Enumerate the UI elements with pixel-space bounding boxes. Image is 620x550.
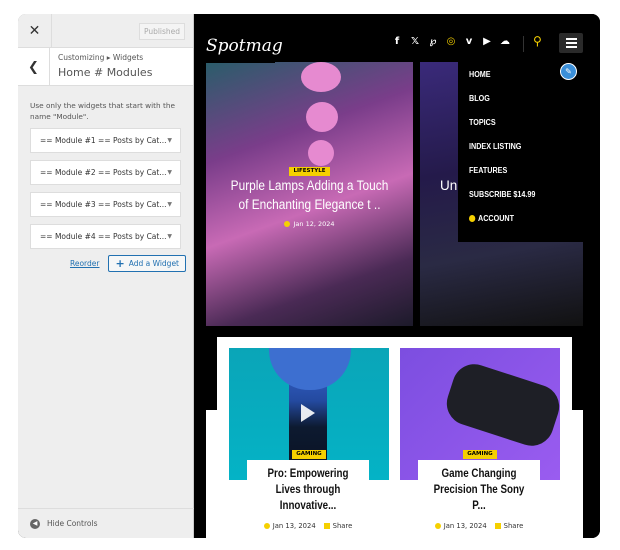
app-window: ✕ Published ❮ Customizing ▸ Widgets Home… bbox=[18, 14, 600, 538]
caret-down-icon: ▼ bbox=[167, 169, 172, 176]
user-icon bbox=[469, 215, 476, 222]
hide-controls-label: Hide Controls bbox=[47, 519, 98, 528]
share-button[interactable]: Share bbox=[323, 522, 353, 530]
category-badge[interactable]: LIFESTYLE bbox=[289, 167, 330, 176]
widget-item[interactable]: == Module #4 == Posts by Cat... ▼ bbox=[30, 224, 181, 249]
widget-label: == Module #2 == Posts by Cat... bbox=[40, 168, 167, 177]
share-icon bbox=[323, 523, 330, 529]
menu-item-features[interactable]: FEATURES bbox=[469, 166, 572, 190]
add-widget-button[interactable]: + Add a Widget bbox=[108, 255, 186, 272]
back-arrow-icon[interactable]: ❮ bbox=[18, 48, 50, 86]
facebook-icon[interactable]: f bbox=[392, 36, 402, 47]
date-text: Jan 12, 2024 bbox=[293, 220, 335, 228]
add-widget-label: Add a Widget bbox=[128, 259, 179, 268]
widget-label: == Module #3 == Posts by Cat... bbox=[40, 200, 167, 209]
menu-item-index-listing[interactable]: INDEX LISTING bbox=[469, 142, 572, 166]
menu-item-subscribe[interactable]: SUBSCRIBE $14.99 bbox=[469, 190, 572, 214]
reorder-link[interactable]: Reorder bbox=[70, 259, 100, 268]
category-badge[interactable]: GAMING bbox=[463, 450, 497, 459]
menu-item-home[interactable]: HOME bbox=[469, 70, 572, 94]
site-logo[interactable]: Spotmag bbox=[200, 29, 283, 63]
clock-icon bbox=[263, 523, 270, 529]
site-preview: LIFESTYLE Purple Lamps Adding a Touch of… bbox=[195, 14, 600, 538]
divider bbox=[523, 36, 524, 52]
post-date: Jan 12, 2024 bbox=[206, 220, 413, 228]
customizer-panel: ✕ Published ❮ Customizing ▸ Widgets Home… bbox=[18, 14, 194, 538]
customizer-header: ✕ Published bbox=[18, 14, 193, 48]
post-card[interactable]: GAMING Game Changing Precision The Sony … bbox=[400, 348, 560, 530]
caret-down-icon: ▼ bbox=[167, 201, 172, 208]
caret-down-icon: ▼ bbox=[167, 233, 172, 240]
date-text: Jan 13, 2024 bbox=[443, 522, 487, 530]
menu-toggle-button[interactable] bbox=[559, 33, 583, 53]
menu-item-blog[interactable]: BLOG bbox=[469, 94, 572, 118]
clock-icon bbox=[284, 221, 291, 227]
x-icon[interactable]: 𝕏 bbox=[410, 36, 420, 47]
share-label: Share bbox=[503, 522, 524, 530]
section-title: Home # Modules bbox=[58, 66, 153, 79]
hide-controls-button[interactable]: ◀ Hide Controls bbox=[18, 508, 194, 538]
widget-label: == Module #1 == Posts by Cat... bbox=[40, 136, 167, 145]
soundcloud-icon[interactable]: ☁ bbox=[500, 36, 510, 47]
vimeo-icon[interactable]: v bbox=[464, 36, 474, 47]
widget-list: == Module #1 == Posts by Cat... ▼ == Modu… bbox=[18, 122, 193, 249]
breadcrumb: Customizing ▸ Widgets bbox=[58, 53, 144, 62]
clock-icon bbox=[434, 523, 441, 529]
instagram-icon[interactable]: ◎ bbox=[446, 36, 456, 47]
published-button[interactable]: Published bbox=[139, 23, 185, 40]
nav-menu: HOME BLOG TOPICS INDEX LISTING FEATURES … bbox=[458, 58, 583, 242]
account-label: ACCOUNT bbox=[478, 214, 514, 223]
hero-title[interactable]: Purple Lamps Adding a Touch of Enchantin… bbox=[225, 176, 393, 214]
widget-label: == Module #4 == Posts by Cat... bbox=[40, 232, 167, 241]
collapse-icon: ◀ bbox=[30, 518, 40, 529]
post-title[interactable]: Pro: Empowering Lives through Innovative… bbox=[260, 466, 357, 514]
share-label: Share bbox=[332, 522, 353, 530]
widget-item[interactable]: == Module #3 == Posts by Cat... ▼ bbox=[30, 192, 181, 217]
post-card[interactable]: GAMING Pro: Empowering Lives through Inn… bbox=[229, 348, 389, 530]
close-icon[interactable]: ✕ bbox=[18, 14, 52, 48]
youtube-icon[interactable]: ▶ bbox=[482, 36, 492, 47]
section-header: ❮ Customizing ▸ Widgets Home # Modules bbox=[18, 48, 193, 86]
section-description: Use only the widgets that start with the… bbox=[30, 101, 175, 121]
caret-down-icon: ▼ bbox=[167, 137, 172, 144]
category-badge[interactable]: GAMING bbox=[292, 450, 326, 459]
posts-grid: GAMING Pro: Empowering Lives through Inn… bbox=[217, 337, 572, 538]
edit-pencil-icon[interactable]: ✎ bbox=[560, 63, 577, 80]
menu-item-topics[interactable]: TOPICS bbox=[469, 118, 572, 142]
social-links: f 𝕏 ℘ ◎ v ▶ ☁ bbox=[392, 36, 510, 47]
play-icon[interactable] bbox=[301, 404, 315, 422]
post-title[interactable]: Game Changing Precision The Sony P... bbox=[431, 466, 528, 514]
widget-item[interactable]: == Module #1 == Posts by Cat... ▼ bbox=[30, 128, 181, 153]
hero-post[interactable]: LIFESTYLE Purple Lamps Adding a Touch of… bbox=[206, 62, 413, 326]
menu-item-account[interactable]: ACCOUNT bbox=[469, 214, 572, 238]
pinterest-icon[interactable]: ℘ bbox=[428, 36, 438, 47]
widget-item[interactable]: == Module #2 == Posts by Cat... ▼ bbox=[30, 160, 181, 185]
share-icon bbox=[494, 523, 501, 529]
date-text: Jan 13, 2024 bbox=[272, 522, 316, 530]
share-button[interactable]: Share bbox=[494, 522, 524, 530]
search-icon[interactable]: ⚲ bbox=[533, 34, 542, 48]
plus-icon: + bbox=[115, 257, 125, 270]
